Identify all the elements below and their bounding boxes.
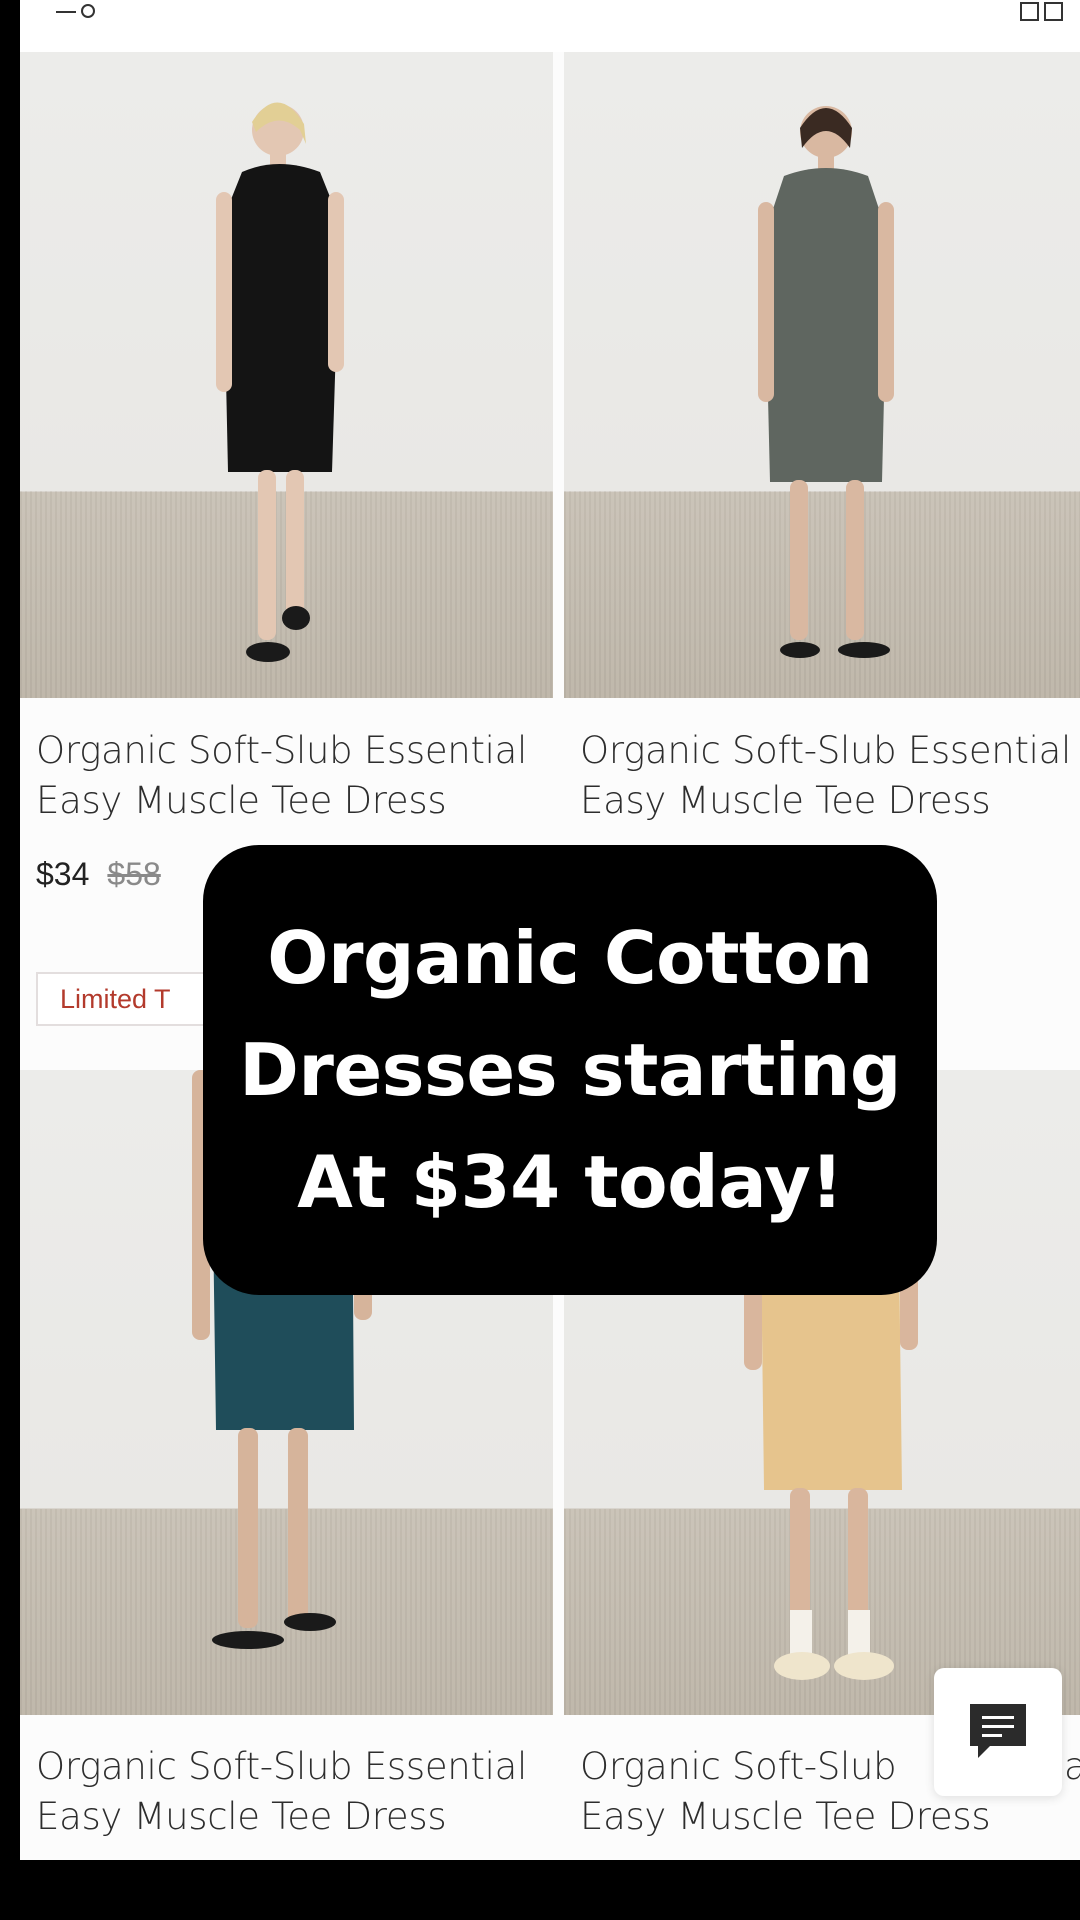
promo-line: Organic Cotton [267,916,873,1000]
price-row: $34 $58 [36,856,161,893]
product-title-line: Easy Muscle Tee Dress [580,1795,991,1838]
sale-price: $34 [36,856,90,892]
top-bar [20,0,1080,52]
dress [224,164,338,472]
chat-button[interactable] [934,1668,1062,1796]
product-title-line: Organic Soft-Slub al [580,1742,1080,1792]
product-title[interactable]: Organic Soft-Slub Essential Easy Muscle … [36,726,527,826]
dress [766,168,886,482]
promo-line: At $34 today! [297,1140,843,1224]
product-image[interactable] [20,52,553,698]
product-title-start: Organic Soft-Slub [580,1745,897,1788]
product-title-line: Easy Muscle Tee Dress [36,1795,447,1838]
promo-text: Organic Cotton Dresses starting At $34 t… [239,902,901,1238]
product-title-line: Easy Muscle Tee Dress [36,779,447,822]
product-title-line: Organic Soft-Slub Essential [36,729,528,772]
product-title-line: Organic Soft-Slub Essential [580,729,1072,772]
product-title[interactable]: Organic Soft-Slub al Easy Muscle Tee Dres… [580,1742,1080,1842]
promo-banner: Organic Cotton Dresses starting At $34 t… [203,845,937,1295]
product-listing-screen: Organic Soft-Slub Essential Easy Muscle … [20,0,1080,1860]
product-title[interactable]: Organic Soft-Slub Essential Easy Muscle … [36,1742,527,1842]
bottom-black-bar [0,1860,1080,1920]
product-image[interactable] [564,52,1080,698]
product-title[interactable]: Organic Soft-Slub Essential Easy Muscle … [580,726,1071,826]
product-card[interactable]: Organic Soft-Slub Essential Easy Muscle … [20,52,553,1026]
original-price: $58 [107,856,161,892]
model-figure [216,102,344,662]
model-figure [758,106,894,658]
two-column-grid-icon[interactable] [1020,0,1064,22]
product-card[interactable]: Organic Soft-Slub Essential Easy Muscle … [564,52,1080,822]
product-title-line: Easy Muscle Tee Dress [580,779,991,822]
filter-icon[interactable] [54,2,98,20]
promo-line: Dresses starting [239,1028,901,1112]
product-title-end: al [1064,1745,1080,1788]
product-title-line: Organic Soft-Slub Essential [36,1745,528,1788]
chat-icon [970,1704,1026,1758]
